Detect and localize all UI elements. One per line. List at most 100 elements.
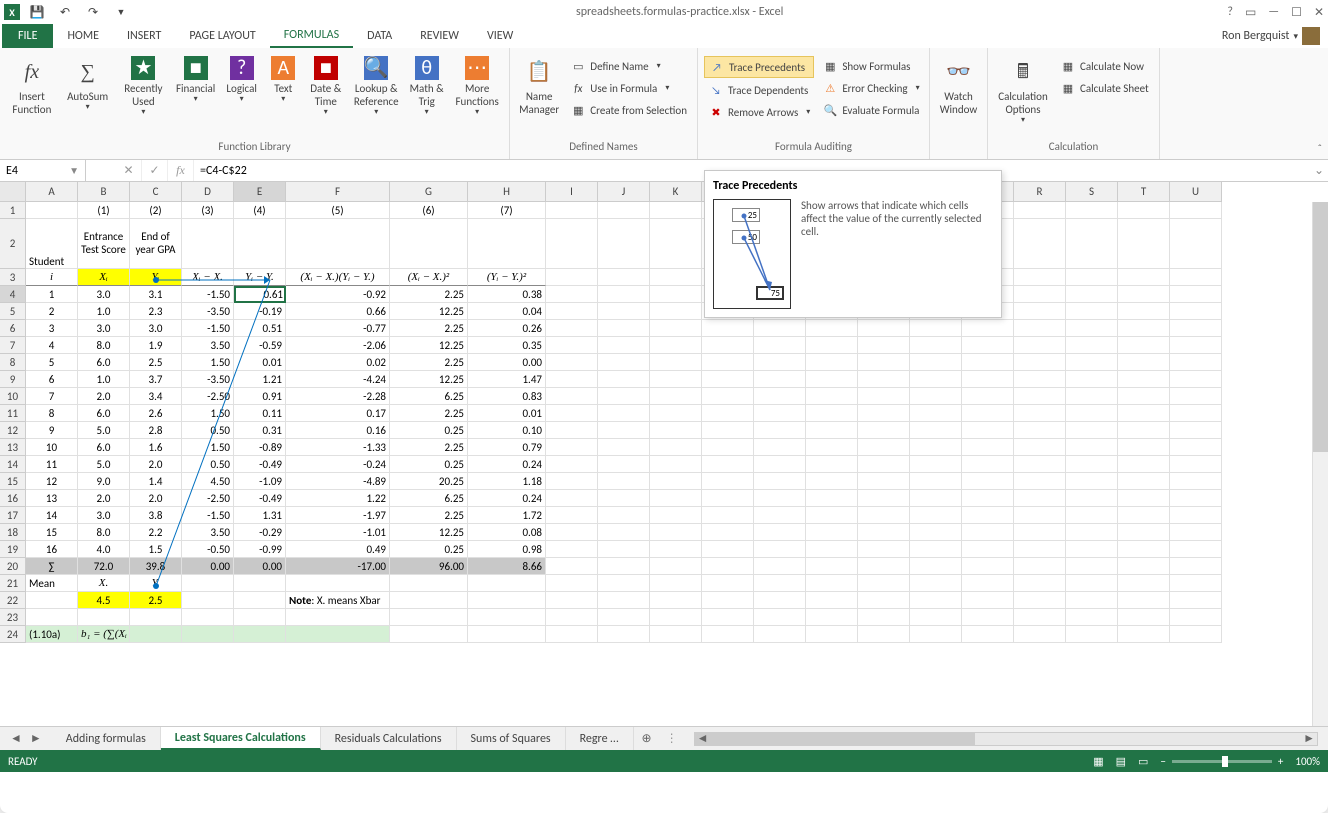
row-header-12[interactable]: 12: [0, 422, 26, 439]
cell[interactable]: [702, 320, 754, 337]
cell[interactable]: [858, 473, 910, 490]
cell[interactable]: 0.01: [468, 405, 546, 422]
cell[interactable]: [1170, 269, 1222, 286]
save-icon[interactable]: 💾: [26, 1, 48, 23]
cell[interactable]: [1066, 405, 1118, 422]
cell[interactable]: -17.00: [286, 558, 390, 575]
cell[interactable]: [78, 609, 130, 626]
cell[interactable]: [546, 490, 598, 507]
cell[interactable]: [650, 490, 702, 507]
cell[interactable]: 0.08: [468, 524, 546, 541]
cell[interactable]: -1.50: [182, 286, 234, 303]
cell[interactable]: [598, 575, 650, 592]
cell[interactable]: -1.01: [286, 524, 390, 541]
cell[interactable]: (6): [390, 202, 468, 219]
cell[interactable]: [962, 524, 1014, 541]
cell[interactable]: [1118, 286, 1170, 303]
cell[interactable]: 3: [26, 320, 78, 337]
cell[interactable]: 0.01: [234, 354, 286, 371]
cell[interactable]: 3.0: [78, 286, 130, 303]
row-header-13[interactable]: 13: [0, 439, 26, 456]
cell[interactable]: [650, 202, 702, 219]
cell[interactable]: [806, 473, 858, 490]
cell[interactable]: -0.49: [234, 490, 286, 507]
cell[interactable]: 2.0: [78, 388, 130, 405]
cell[interactable]: [702, 354, 754, 371]
cell[interactable]: [234, 592, 286, 609]
cell[interactable]: [910, 575, 962, 592]
cell[interactable]: [806, 439, 858, 456]
cell[interactable]: 3.8: [130, 507, 182, 524]
cell[interactable]: [962, 507, 1014, 524]
cell[interactable]: -0.89: [234, 439, 286, 456]
cell[interactable]: [806, 490, 858, 507]
cell[interactable]: [1014, 575, 1066, 592]
cell[interactable]: [598, 507, 650, 524]
cell[interactable]: 1.0: [78, 303, 130, 320]
cell[interactable]: [1118, 202, 1170, 219]
cell[interactable]: [1170, 405, 1222, 422]
sheet-nav-prev-icon[interactable]: ◄: [10, 731, 22, 746]
cell[interactable]: [910, 354, 962, 371]
cell[interactable]: [26, 609, 78, 626]
cell[interactable]: 2.25: [390, 286, 468, 303]
row-header-16[interactable]: 16: [0, 490, 26, 507]
cell[interactable]: 0.24: [468, 456, 546, 473]
create-from-selection-button[interactable]: ▦Create from Selection: [566, 100, 691, 120]
cell[interactable]: [650, 269, 702, 286]
cell[interactable]: [754, 524, 806, 541]
cell[interactable]: 0.04: [468, 303, 546, 320]
cell[interactable]: 8.66: [468, 558, 546, 575]
cell[interactable]: 0.16: [286, 422, 390, 439]
cell[interactable]: [650, 473, 702, 490]
cell[interactable]: [1118, 320, 1170, 337]
cell[interactable]: 3.50: [182, 337, 234, 354]
cell[interactable]: [1118, 405, 1170, 422]
cell[interactable]: [1118, 303, 1170, 320]
cell[interactable]: [650, 541, 702, 558]
view-page-break-icon[interactable]: ▭: [1138, 755, 1148, 768]
undo-icon[interactable]: ↶: [54, 1, 76, 23]
cell[interactable]: 39.8: [130, 558, 182, 575]
cell[interactable]: [806, 524, 858, 541]
cell[interactable]: 2.25: [390, 405, 468, 422]
cell[interactable]: [1170, 388, 1222, 405]
cell[interactable]: 0.25: [390, 422, 468, 439]
cell[interactable]: 12.25: [390, 337, 468, 354]
cell[interactable]: [1014, 371, 1066, 388]
cell[interactable]: -2.28: [286, 388, 390, 405]
cell[interactable]: 6: [26, 371, 78, 388]
cell[interactable]: [910, 592, 962, 609]
add-sheet-button[interactable]: ⊕: [634, 731, 660, 746]
cell[interactable]: [1014, 320, 1066, 337]
tab-insert[interactable]: INSERT: [113, 24, 175, 48]
cell[interactable]: -0.29: [234, 524, 286, 541]
cell[interactable]: [1170, 219, 1222, 269]
cell[interactable]: [754, 388, 806, 405]
cell[interactable]: [650, 286, 702, 303]
cell[interactable]: [1066, 490, 1118, 507]
cell[interactable]: Student: [26, 219, 78, 269]
cell[interactable]: [962, 422, 1014, 439]
cell[interactable]: [1118, 371, 1170, 388]
cell[interactable]: [390, 575, 468, 592]
cell[interactable]: [546, 371, 598, 388]
cell[interactable]: [1066, 269, 1118, 286]
cell[interactable]: [182, 219, 234, 269]
column-header-K[interactable]: K: [650, 182, 702, 201]
cell[interactable]: 0.00: [182, 558, 234, 575]
cell[interactable]: [546, 456, 598, 473]
cell[interactable]: [598, 609, 650, 626]
evaluate-formula-button[interactable]: 🔍Evaluate Formula: [818, 100, 923, 120]
cell[interactable]: [858, 490, 910, 507]
zoom-out-icon[interactable]: −: [1160, 755, 1165, 768]
cell[interactable]: [806, 626, 858, 643]
cell[interactable]: [910, 473, 962, 490]
cell[interactable]: -2.06: [286, 337, 390, 354]
trace-precedents-button[interactable]: ↗Trace Precedents: [704, 56, 814, 78]
cell[interactable]: [962, 388, 1014, 405]
cell[interactable]: [910, 456, 962, 473]
cell[interactable]: [598, 558, 650, 575]
cell[interactable]: [598, 320, 650, 337]
cell[interactable]: [858, 388, 910, 405]
